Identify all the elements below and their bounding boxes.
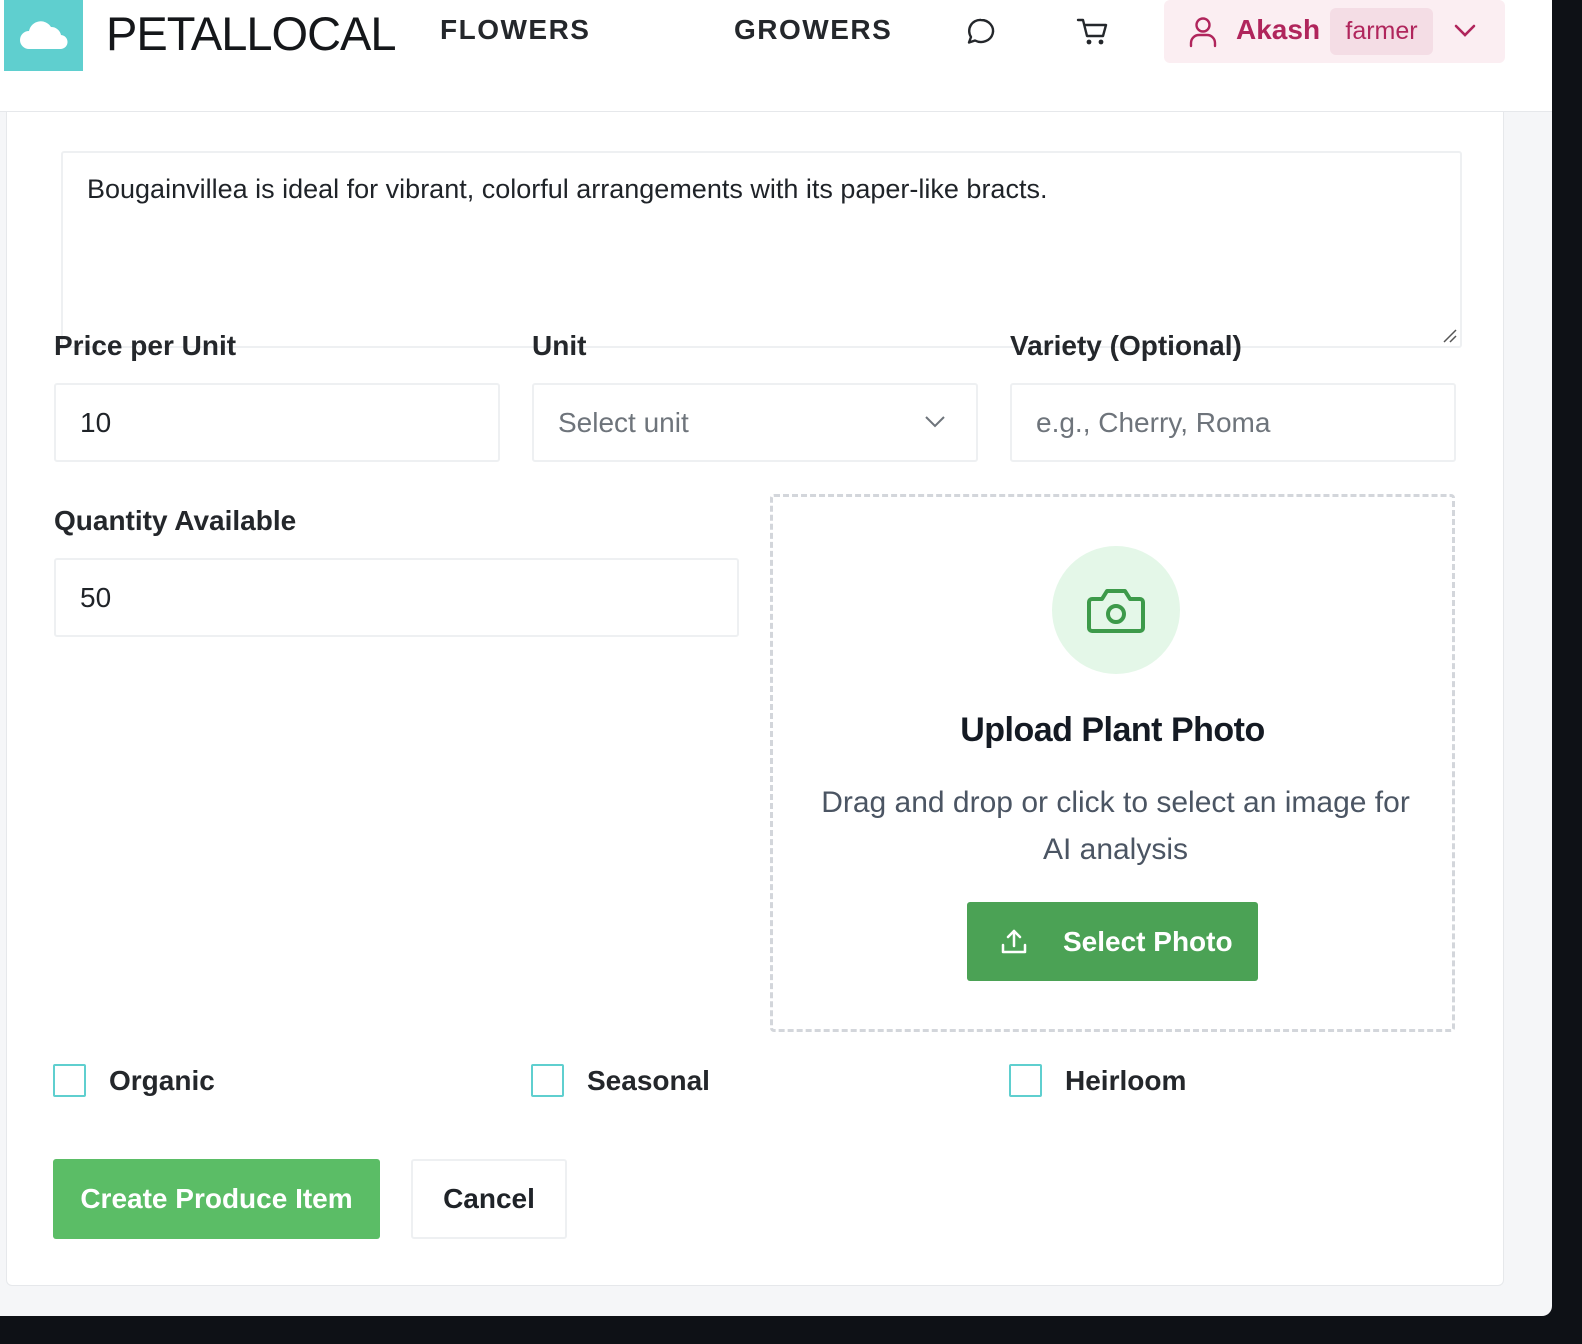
messages-button[interactable] [961,12,1001,52]
cart-button[interactable] [1073,12,1113,52]
role-badge: farmer [1330,8,1433,55]
price-input[interactable]: 10 [54,383,500,462]
brand-name[interactable]: PETALLOCAL [106,6,397,61]
chat-bubble-icon [967,18,995,44]
heirloom-label[interactable]: Heirloom [1065,1065,1186,1097]
top-nav-header: PETALLOCAL FLOWERS GROWERS Akash farmer [0,0,1552,112]
nav-flowers[interactable]: FLOWERS [440,14,591,46]
user-icon [1189,17,1217,48]
organic-label[interactable]: Organic [109,1065,215,1097]
unit-select[interactable]: Select unit [532,383,978,462]
cloud-logo-icon [19,20,68,49]
photo-upload-dropzone[interactable]: Upload Plant Photo Drag and drop or clic… [770,494,1455,1032]
create-produce-button[interactable]: Create Produce Item [53,1159,380,1239]
cancel-button[interactable]: Cancel [411,1159,567,1239]
chevron-down-icon [1454,24,1476,37]
unit-placeholder: Select unit [558,406,689,438]
seasonal-checkbox[interactable] [531,1064,564,1097]
quantity-input[interactable]: 50 [54,558,739,637]
description-textarea[interactable]: Bougainvillea is ideal for vibrant, colo… [61,151,1462,348]
chevron-down-icon [925,416,945,428]
unit-label: Unit [532,330,587,361]
upload-description: Drag and drop or click to select an imag… [821,786,1410,866]
seasonal-label[interactable]: Seasonal [587,1065,710,1097]
shopping-cart-icon [1076,18,1108,45]
organic-checkbox[interactable] [53,1064,86,1097]
variety-input[interactable]: e.g., Cherry, Roma [1010,383,1456,462]
user-name: Akash [1236,14,1321,45]
quantity-value: 50 [80,581,112,613]
nav-growers[interactable]: GROWERS [734,14,892,46]
quantity-label: Quantity Available [54,505,297,536]
logo[interactable] [4,0,83,71]
select-photo-label: Select Photo [1063,925,1233,957]
app-viewport: Bougainvillea is ideal for vibrant, colo… [0,0,1552,1316]
upload-title: Upload Plant Photo [960,711,1265,749]
camera-icon-circle [1052,546,1180,674]
variety-placeholder: e.g., Cherry, Roma [1036,406,1271,438]
price-label: Price per Unit [54,330,237,361]
price-value: 10 [80,406,112,438]
select-photo-button[interactable]: Select Photo [967,902,1258,981]
user-menu[interactable]: Akash farmer [1164,0,1505,63]
variety-label: Variety (Optional) [1010,330,1242,361]
camera-icon [1087,589,1145,633]
resize-handle-icon[interactable] [1440,326,1458,344]
heirloom-checkbox[interactable] [1009,1064,1042,1097]
description-text: Bougainvillea is ideal for vibrant, colo… [87,174,1048,204]
upload-icon [1001,929,1027,953]
